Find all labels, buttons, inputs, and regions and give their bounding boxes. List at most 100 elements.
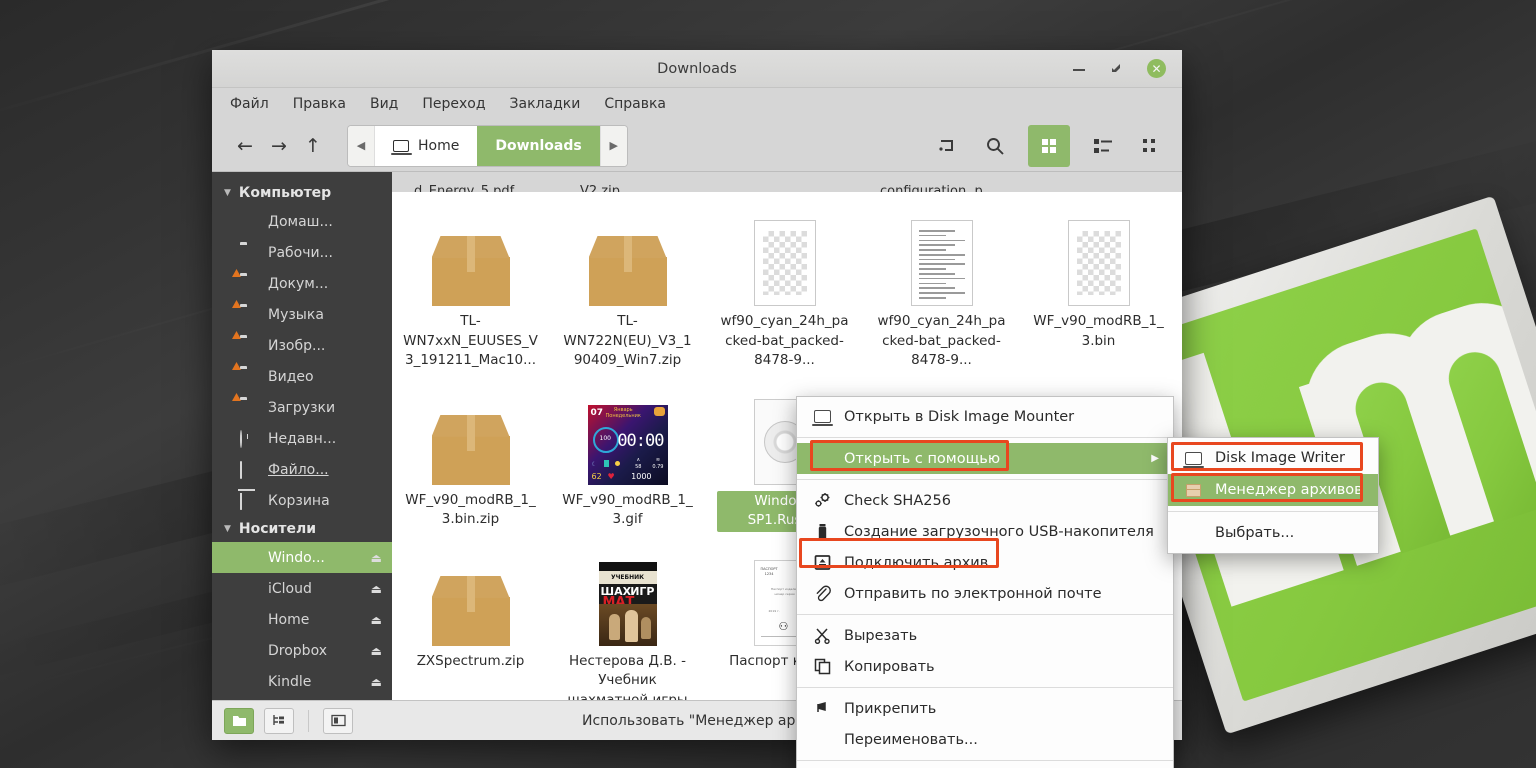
drive-icon	[240, 643, 258, 658]
maximize-icon[interactable]	[1109, 61, 1125, 77]
menu-item-edit[interactable]: Правка	[293, 96, 346, 112]
submenu-item-archive-manager[interactable]: Менеджер архивов	[1168, 474, 1378, 506]
copy-icon	[813, 657, 832, 676]
close-icon[interactable]: ✕	[1147, 59, 1166, 78]
terminal-icon[interactable]	[932, 131, 962, 161]
sidebar-item-trash[interactable]: Корзина	[212, 485, 392, 516]
sidebar-item-pictures[interactable]: Изобр...	[212, 330, 392, 361]
menu-item-label: Создание загрузочного USB-накопителя	[844, 523, 1154, 540]
menu-separator	[797, 479, 1173, 480]
menu-item-cut[interactable]: Вырезать	[797, 620, 1173, 651]
drive-icon	[240, 550, 258, 565]
menu-item-bookmarks[interactable]: Закладки	[510, 96, 581, 112]
breadcrumb-scroll-right[interactable]: ▶	[599, 125, 627, 166]
menu-item-file[interactable]: Файл	[230, 96, 269, 112]
back-button[interactable]: ←	[228, 129, 262, 163]
menu-item-copy[interactable]: Копировать	[797, 651, 1173, 682]
browser-view-button[interactable]	[224, 707, 254, 734]
eject-icon[interactable]: ⏏	[371, 644, 382, 658]
minimize-icon[interactable]	[1071, 61, 1087, 77]
monitor-icon	[812, 407, 833, 426]
sidebar-item-home-drive[interactable]: Home ⏏	[212, 604, 392, 635]
file-name: WF_v90_modRB_1_3.gif	[562, 491, 693, 528]
file-item[interactable]: ZXSpectrum.zip	[392, 542, 549, 700]
menu-item-mount-archive[interactable]: Подключить архив	[797, 547, 1173, 578]
file-item[interactable]: TL-WN7xxN_EUUSES_V3_191211_Mac10...	[392, 202, 549, 373]
file-item[interactable]: WF_v90_modRB_1_3.bin.zip	[392, 381, 549, 534]
sidebar-item-dropbox[interactable]: Dropbox ⏏	[212, 635, 392, 666]
sidebar-item-label: Windo...	[268, 549, 325, 566]
breadcrumb-item-home[interactable]: Home	[375, 125, 478, 166]
sidebar-item-desktop[interactable]: Рабочи...	[212, 237, 392, 268]
search-icon[interactable]	[980, 131, 1010, 161]
menu-item-view[interactable]: Вид	[370, 96, 398, 112]
menu-item-send-by-email[interactable]: Отправить по электронной почте	[797, 578, 1173, 609]
sidebar-item-label: Рабочи...	[268, 244, 333, 261]
menu-separator	[797, 687, 1173, 688]
usb-stick-icon	[813, 522, 832, 541]
list-view-button[interactable]	[1088, 131, 1118, 161]
file-item[interactable]: WF_v90_modRB_1_3.bin	[1020, 202, 1177, 373]
icon-view-button[interactable]	[1028, 124, 1070, 167]
clipped-label: d_Energy_5.pdf	[414, 184, 515, 192]
checker-page-icon	[753, 208, 816, 306]
file-item[interactable]: 07 Январь Понедельник 100 00:00 ☾ ∧ 58 ≋…	[549, 381, 706, 534]
sidebar-item-network[interactable]: Файло...	[212, 454, 392, 485]
archive-box-icon	[431, 387, 510, 485]
file-item[interactable]: wf90_cyan_24h_packed-bat_packed-8478-9..…	[706, 202, 863, 373]
menu-separator	[797, 760, 1173, 761]
file-row: TL-WN7xxN_EUUSES_V3_191211_Mac10... TL-W…	[392, 202, 1182, 373]
menu-item-create-bootable-usb[interactable]: Создание загрузочного USB-накопителя	[797, 516, 1173, 547]
eject-icon[interactable]: ⏏	[371, 675, 382, 689]
sidebar-item-label: Изобр...	[268, 337, 326, 354]
submenu-item-choose[interactable]: Выбрать...	[1168, 517, 1378, 549]
menu-item-help[interactable]: Справка	[604, 96, 666, 112]
sidebar-item-music[interactable]: Музыка	[212, 299, 392, 330]
menu-item-pin[interactable]: Прикрепить	[797, 693, 1173, 724]
toggle-sidebar-button[interactable]	[323, 707, 353, 734]
menu-item-check-sha256[interactable]: Check SHA256	[797, 485, 1173, 516]
scissors-icon	[813, 626, 832, 645]
sidebar-item-downloads[interactable]: Загрузки	[212, 392, 392, 423]
sidebar-item-recent[interactable]: Недавн...	[212, 423, 392, 454]
file-item[interactable]: TL-WN722N(EU)_V3_190409_Win7.zip	[549, 202, 706, 373]
menu-item-label: Открыть в Disk Image Mounter	[844, 408, 1075, 425]
submenu-item-disk-image-writer[interactable]: Disk Image Writer	[1168, 442, 1378, 474]
folder-warning-icon	[232, 393, 258, 415]
eject-icon[interactable]: ⏏	[371, 613, 382, 627]
breadcrumb-item-downloads[interactable]: Downloads	[477, 125, 600, 166]
sidebar-item-label: Загрузки	[268, 399, 336, 416]
compact-view-button[interactable]	[1136, 131, 1166, 161]
menu-item-rename[interactable]: Переименовать...	[797, 724, 1173, 755]
sidebar-item-icloud[interactable]: iCloud ⏏	[212, 573, 392, 604]
sidebar-item-videos[interactable]: Видео	[212, 361, 392, 392]
up-button[interactable]: ↑	[296, 129, 330, 163]
file-name: TL-WN7xxN_EUUSES_V3_191211_Mac10...	[403, 313, 538, 369]
menu-item-open-in-disk-image-mounter[interactable]: Открыть в Disk Image Mounter	[797, 401, 1173, 432]
tree-view-button[interactable]	[264, 707, 294, 734]
mount-archive-icon	[813, 553, 832, 572]
folder-icon	[240, 245, 258, 260]
file-item[interactable]: УЧЕБНИК ШАХ ИГР МАТ Нестерова Д.В. - Уче…	[549, 542, 706, 700]
file-name: ZXSpectrum.zip	[416, 652, 525, 669]
file-name: WF_v90_modRB_1_3.bin	[1033, 313, 1164, 349]
sidebar-item-home[interactable]: Домаш...	[212, 206, 392, 237]
sidebar-item-documents[interactable]: Докум...	[212, 268, 392, 299]
forward-button[interactable]: →	[262, 129, 296, 163]
clipped-label: configuration, p...	[880, 184, 996, 192]
breadcrumb-scroll-left[interactable]: ◀	[348, 125, 375, 166]
sidebar-item-label: Kindle	[268, 673, 312, 690]
menu-item-go[interactable]: Переход	[422, 96, 485, 112]
folder-warning-icon	[232, 269, 258, 291]
sidebar-item-kindle[interactable]: Kindle ⏏	[212, 666, 392, 697]
eject-icon[interactable]: ⏏	[371, 582, 382, 596]
text-page-icon	[910, 208, 973, 306]
sidebar-section-computer[interactable]: ▼ Компьютер	[212, 180, 392, 206]
file-item[interactable]: wf90_cyan_24h_packed-bat_packed-8478-9..…	[863, 202, 1020, 373]
sidebar-item-label: Докум...	[268, 275, 329, 292]
checker-page-icon	[1067, 208, 1130, 306]
sidebar-section-devices[interactable]: ▼ Носители	[212, 516, 392, 542]
eject-icon[interactable]: ⏏	[371, 551, 382, 565]
sidebar-item-windows[interactable]: Windo... ⏏	[212, 542, 392, 573]
menu-item-open-with[interactable]: Открыть с помощью ▶	[797, 443, 1173, 474]
